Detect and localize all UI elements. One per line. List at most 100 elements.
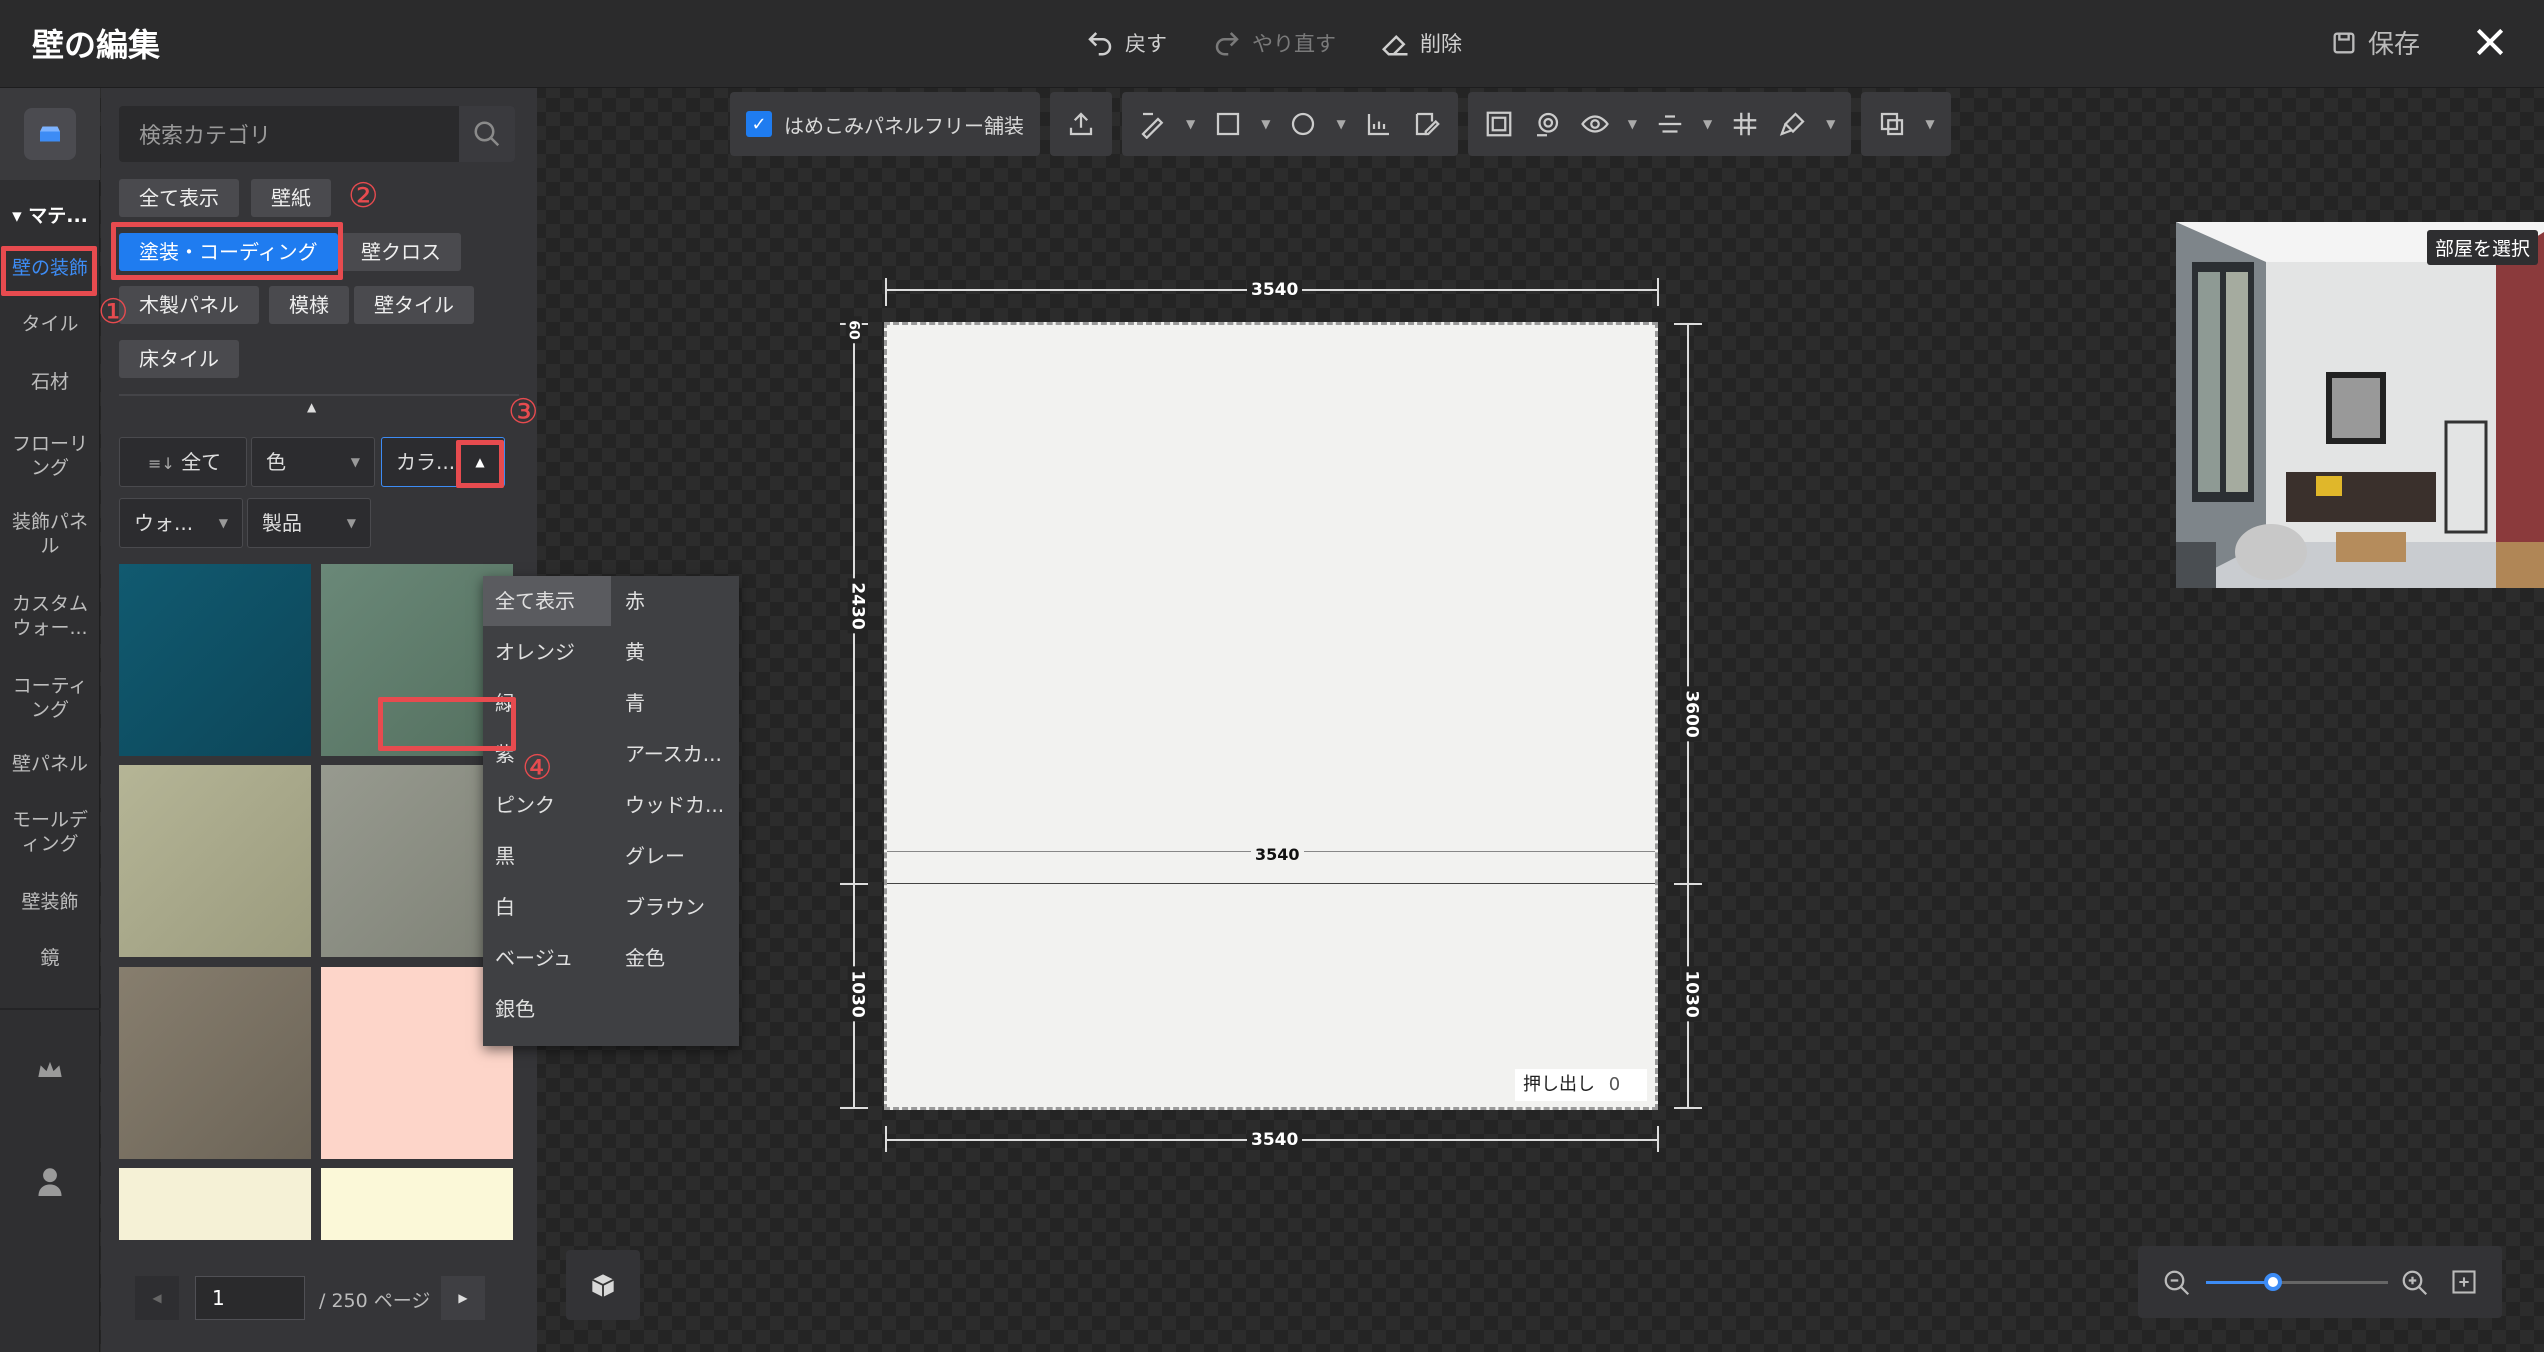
rail-item-flooring[interactable]: フローリング — [0, 432, 100, 480]
rail-item-wall-panel[interactable]: 壁パネル — [0, 752, 100, 776]
color-option-black[interactable]: 黒 — [483, 831, 611, 881]
edit-icon[interactable] — [1412, 109, 1442, 139]
rail-item-decor-panel[interactable]: 装飾パネル — [0, 510, 100, 558]
zoom-slider-handle[interactable] — [2264, 1273, 2282, 1291]
frame-icon[interactable] — [1484, 109, 1514, 139]
rail-item-custom-wall[interactable]: カスタムウォー... — [0, 592, 100, 640]
rail-item-molding[interactable]: モールディング — [0, 808, 100, 856]
color-option-earth[interactable]: アースカ... — [613, 729, 739, 779]
rail-item-coating[interactable]: コーティング — [0, 674, 100, 722]
material-tile-teal[interactable] — [119, 564, 311, 756]
copy-icon[interactable] — [1877, 109, 1907, 139]
save-button[interactable]: 保存 — [2330, 24, 2420, 61]
rail-item-tile[interactable]: タイル — [0, 312, 100, 336]
zoom-slider-fill — [2206, 1281, 2272, 1284]
rail-item-wall-ornament[interactable]: 壁装飾 — [0, 890, 100, 914]
select-room-button[interactable]: 部屋を選択 — [2426, 230, 2538, 265]
room-preview[interactable]: 部屋を選択 — [2176, 222, 2544, 588]
chevron-down-icon[interactable]: ▼ — [1261, 117, 1270, 131]
search-placeholder: 検索カテゴリ — [139, 124, 272, 149]
draw-tools: ▼ ▼ ▼ — [1122, 92, 1458, 156]
corner-dimension: 60 — [845, 316, 862, 344]
prev-page-button[interactable]: ◀ — [135, 1276, 179, 1320]
chevron-down-icon[interactable]: ▼ — [1628, 117, 1637, 131]
product-filter-select[interactable]: 製品 ▼ — [247, 498, 371, 548]
collapse-tags-icon[interactable]: ▲ — [307, 400, 316, 414]
rectangle-icon[interactable] — [1213, 109, 1243, 139]
material-tile-khaki[interactable] — [119, 765, 311, 957]
crown-icon[interactable] — [36, 1058, 64, 1082]
3d-view-button[interactable] — [566, 1250, 640, 1320]
undo-button[interactable]: 戻す — [1085, 28, 1167, 58]
tag-floor-tile[interactable]: 床タイル — [119, 340, 239, 378]
tag-pattern[interactable]: 模様 — [269, 286, 349, 324]
chevron-down-icon: ▼ — [350, 455, 360, 469]
measure-icon[interactable] — [1364, 109, 1394, 139]
sort-select[interactable]: ≡↓ 全て — [119, 437, 247, 487]
locate-icon[interactable] — [1532, 109, 1562, 139]
eye-icon[interactable] — [1580, 109, 1610, 139]
close-icon[interactable] — [2470, 22, 2510, 62]
align-icon[interactable] — [1655, 109, 1685, 139]
color-option-gold[interactable]: 金色 — [613, 933, 739, 983]
extrude-field[interactable]: 押し出し 0 — [1515, 1069, 1647, 1101]
rail-divider — [0, 1008, 100, 1010]
cube-icon — [591, 1274, 615, 1297]
wall-canvas[interactable]: 3540 押し出し 0 — [884, 322, 1658, 1110]
circle-icon[interactable] — [1288, 109, 1318, 139]
rail-item-mirror[interactable]: 鏡 — [0, 946, 100, 970]
chevron-down-icon[interactable]: ▼ — [1336, 117, 1345, 131]
tag-wall-tile[interactable]: 壁タイル — [354, 286, 474, 324]
eraser-icon — [1381, 34, 1408, 56]
materials-tab[interactable] — [0, 88, 100, 180]
material-tile-brown-concrete[interactable] — [119, 967, 311, 1159]
chevron-down-icon: ▼ — [218, 516, 228, 530]
chevron-down-icon[interactable]: ▼ — [1925, 117, 1934, 131]
search-button[interactable] — [459, 106, 515, 162]
rail-section-header[interactable]: ▾ マテ... — [0, 204, 100, 228]
extrude-value: 0 — [1608, 1074, 1621, 1095]
annotation-box-4 — [378, 697, 516, 751]
fit-view-icon[interactable] — [2450, 1268, 2478, 1296]
tag-wallpaper[interactable]: 壁紙 — [251, 179, 331, 217]
color-filter-select[interactable]: 色 ▼ — [251, 437, 375, 487]
grid-icon[interactable] — [1730, 109, 1760, 139]
zoom-out-icon[interactable] — [2162, 1268, 2192, 1298]
color-option-blue[interactable]: 青 — [613, 678, 739, 728]
user-icon[interactable] — [36, 1166, 64, 1196]
zoom-in-icon[interactable] — [2400, 1268, 2430, 1298]
chevron-down-icon[interactable]: ▼ — [1703, 117, 1712, 131]
color-option-beige[interactable]: ベージュ — [483, 933, 611, 983]
color-option-white[interactable]: 白 — [483, 882, 611, 932]
color-option-orange[interactable]: オレンジ — [483, 627, 611, 677]
flush-panel-toggle[interactable]: ✓ はめこみパネルフリー舗装 — [730, 92, 1040, 156]
rail-item-stone[interactable]: 石材 — [0, 370, 100, 394]
copy-tools[interactable]: ▼ — [1861, 92, 1951, 156]
search-input[interactable]: 検索カテゴリ — [119, 106, 515, 162]
delete-button[interactable]: 削除 — [1380, 28, 1462, 58]
next-page-button[interactable]: ▶ — [441, 1276, 485, 1320]
material-tile-light-yellow[interactable] — [321, 1168, 513, 1240]
redo-icon — [1215, 32, 1239, 56]
tag-show-all[interactable]: 全て表示 — [119, 179, 239, 217]
wall-filter-select[interactable]: ウォ... ▼ — [119, 498, 243, 548]
tag-wall-cloth[interactable]: 壁クロス — [341, 233, 461, 271]
color-option-yellow[interactable]: 黄 — [613, 627, 739, 677]
material-tile-cream[interactable] — [119, 1168, 311, 1240]
brush-icon[interactable] — [1778, 109, 1808, 139]
pen-tool-icon[interactable] — [1138, 109, 1168, 139]
export-button[interactable] — [1050, 92, 1112, 156]
color-option-brown[interactable]: ブラウン — [613, 882, 739, 932]
color-option-red[interactable]: 赤 — [613, 576, 739, 626]
page-number-input[interactable]: 1 — [195, 1276, 305, 1320]
color-option-wood[interactable]: ウッドカ... — [613, 780, 739, 830]
annotation-4: ④ — [522, 748, 553, 788]
chevron-down-icon[interactable]: ▼ — [1186, 117, 1195, 131]
color-option-silver[interactable]: 銀色 — [483, 984, 611, 1034]
redo-button[interactable]: やり直す — [1212, 28, 1336, 58]
color-option-gray[interactable]: グレー — [613, 831, 739, 881]
tag-wood-panel[interactable]: 木製パネル — [119, 286, 259, 324]
checkbox-icon[interactable]: ✓ — [746, 111, 772, 137]
chevron-down-icon[interactable]: ▼ — [1826, 117, 1835, 131]
color-option-all[interactable]: 全て表示 — [483, 576, 611, 626]
